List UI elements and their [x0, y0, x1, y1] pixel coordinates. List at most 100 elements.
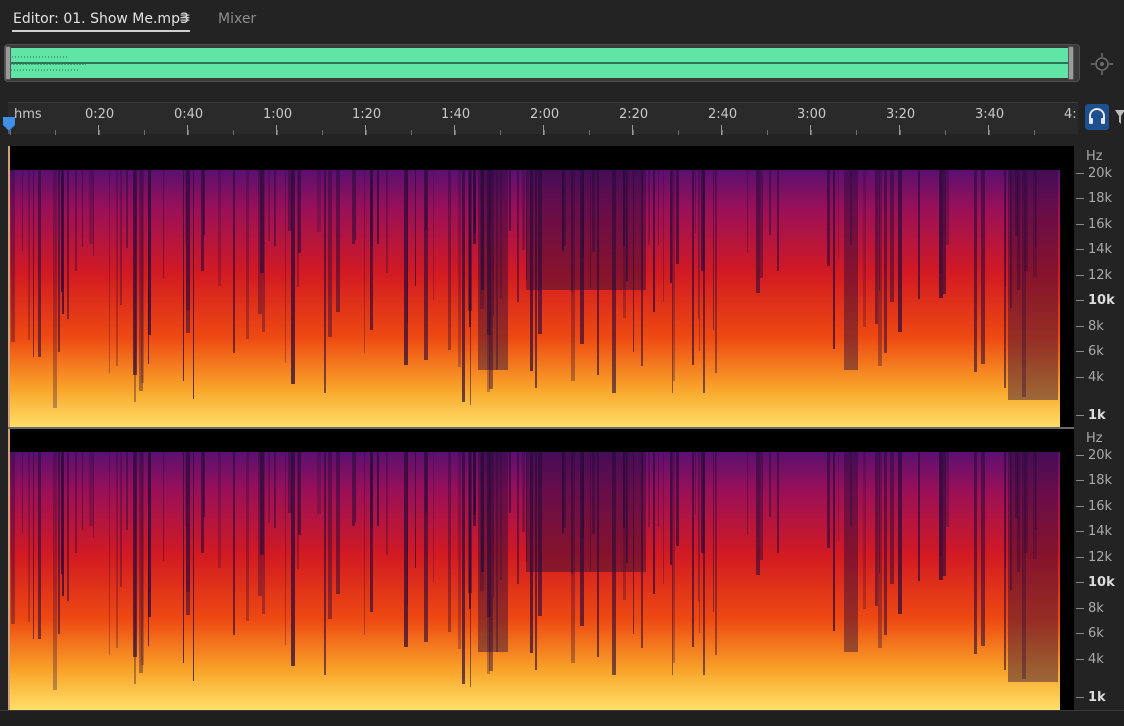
- spectrogram-band: [424, 170, 428, 360]
- spectrogram-band: [940, 170, 942, 274]
- spectrogram-band: [364, 452, 365, 635]
- spectrogram-band: [328, 452, 332, 619]
- spectrogram-band: [715, 170, 717, 373]
- spectrogram-band: [458, 452, 461, 649]
- ruler-minor-tick: [989, 130, 990, 135]
- ruler-minor-tick: [589, 130, 590, 135]
- spectrogram-band: [141, 170, 144, 383]
- spectrogram-band: [747, 170, 748, 253]
- spectrogram-band: [33, 452, 34, 639]
- spectrogram-band: [93, 452, 94, 538]
- ruler-minor-tick: [900, 130, 901, 135]
- spectrogram-band: [120, 452, 122, 587]
- hamburger-menu-icon[interactable]: ≡: [179, 10, 191, 26]
- spectrogram-band: [833, 170, 835, 349]
- tab-editor[interactable]: Editor: 01. Show Me.mp3: [13, 10, 189, 28]
- spectrogram-band: [692, 452, 694, 647]
- spectrogram-band: [1008, 170, 1058, 400]
- time-ruler[interactable]: hms 0:20 0:40 1:00 1:20 1:40 2:00 2:20 2…: [8, 102, 1078, 135]
- frequency-tick: [1076, 455, 1084, 456]
- spectrogram-band: [844, 452, 858, 652]
- spectrogram-band: [148, 170, 149, 364]
- spectrogram-band: [448, 452, 451, 632]
- tab-mixer[interactable]: Mixer: [218, 10, 256, 28]
- spectrogram-band: [93, 170, 94, 256]
- spectrogram-band: [11, 170, 15, 342]
- spectrogram-band: [120, 170, 122, 305]
- spectrogram-band: [478, 170, 508, 370]
- ruler-minor-tick: [767, 130, 768, 135]
- spectrogram-band: [352, 170, 355, 244]
- spectrogram-band: [703, 170, 705, 393]
- channel-divider[interactable]: [8, 427, 1074, 429]
- spectrogram-band: [233, 170, 235, 353]
- spectrogram-band: [133, 452, 137, 657]
- spectrogram-band: [58, 170, 60, 352]
- spectrogram-band: [698, 170, 699, 319]
- spectrogram-band: [526, 452, 646, 572]
- spectrogram-band: [946, 452, 949, 527]
- spectrogram-band: [352, 452, 355, 526]
- spectrogram-band: [981, 452, 985, 646]
- spectrogram-band: [777, 170, 779, 271]
- frequency-tick: [1076, 582, 1084, 583]
- spectrogram-band: [1005, 170, 1006, 286]
- frequency-tick: [1076, 249, 1084, 250]
- ruler-minor-tick: [366, 130, 367, 135]
- spectrogram-band: [699, 170, 700, 351]
- spectrogram-band: [658, 452, 659, 527]
- frequency-label: 4k: [1088, 652, 1104, 667]
- spectrogram-band: [433, 452, 434, 582]
- spectrogram-band: [274, 170, 276, 246]
- filter-icon[interactable]: [1114, 108, 1124, 126]
- spectrogram-band: [713, 452, 714, 612]
- ruler-label: 2:40: [708, 107, 738, 122]
- spectrogram-band: [89, 170, 93, 244]
- spectrogram-band: [246, 170, 249, 339]
- spectrogram-band: [473, 170, 476, 233]
- frequency-tick: [1076, 531, 1084, 532]
- active-tab-indicator: [12, 30, 190, 32]
- spectrogram-band: [38, 452, 41, 639]
- overview-right-handle[interactable]: [1068, 46, 1074, 80]
- spectrogram-band: [878, 452, 882, 648]
- overview-left-handle[interactable]: [5, 46, 11, 80]
- spectrogram-channel-2[interactable]: [8, 428, 1074, 710]
- ruler-minor-tick: [722, 130, 723, 135]
- zoom-target-icon[interactable]: [1090, 52, 1114, 76]
- spectrogram-band: [663, 170, 664, 302]
- ruler-minor-tick: [455, 130, 456, 135]
- spectrogram-band: [838, 452, 839, 541]
- spectrogram-channel-1[interactable]: [8, 146, 1074, 428]
- spectrogram-band: [648, 452, 650, 527]
- ruler-minor-tick: [856, 130, 857, 135]
- spectrogram-band: [522, 170, 525, 250]
- spectrogram-band: [890, 452, 894, 584]
- spectrogram-band: [827, 452, 830, 548]
- frequency-label: 20k: [1088, 448, 1113, 463]
- spectrogram-band: [11, 452, 15, 624]
- horizontal-scrollbar[interactable]: [0, 710, 1124, 726]
- splitter-grip[interactable]: [572, 138, 604, 152]
- ruler-label: 4:: [1064, 107, 1077, 122]
- spectrogram-band: [268, 170, 270, 241]
- frequency-tick: [1076, 377, 1084, 378]
- frequency-scale-channel-2[interactable]: Hz 20k 18k 16k 14k 12k 10k 8k 6k 4k 1k: [1074, 428, 1124, 710]
- spectrogram-band: [833, 452, 835, 631]
- spectrogram-band: [522, 452, 525, 532]
- frequency-label: 1k: [1088, 408, 1106, 423]
- spectrogram-band: [670, 452, 672, 565]
- spectrogram-band: [355, 452, 356, 522]
- frequency-scale-channel-1[interactable]: Hz 20k 18k 16k 14k 12k 10k 8k 6k 4k 1k: [1074, 146, 1124, 428]
- spectrogram-band: [218, 452, 221, 568]
- spectrogram-band: [517, 170, 519, 302]
- spectrogram-band: [82, 452, 83, 529]
- spectrogram-band: [943, 452, 946, 576]
- headphones-icon[interactable]: [1085, 104, 1109, 130]
- playhead-marker-icon[interactable]: [2, 116, 16, 134]
- spectrogram-band: [672, 452, 673, 675]
- frequency-tick: [1076, 633, 1084, 634]
- spectrogram-band: [875, 452, 878, 606]
- spectrogram-band: [407, 170, 408, 323]
- spectrogram-band: [33, 170, 34, 357]
